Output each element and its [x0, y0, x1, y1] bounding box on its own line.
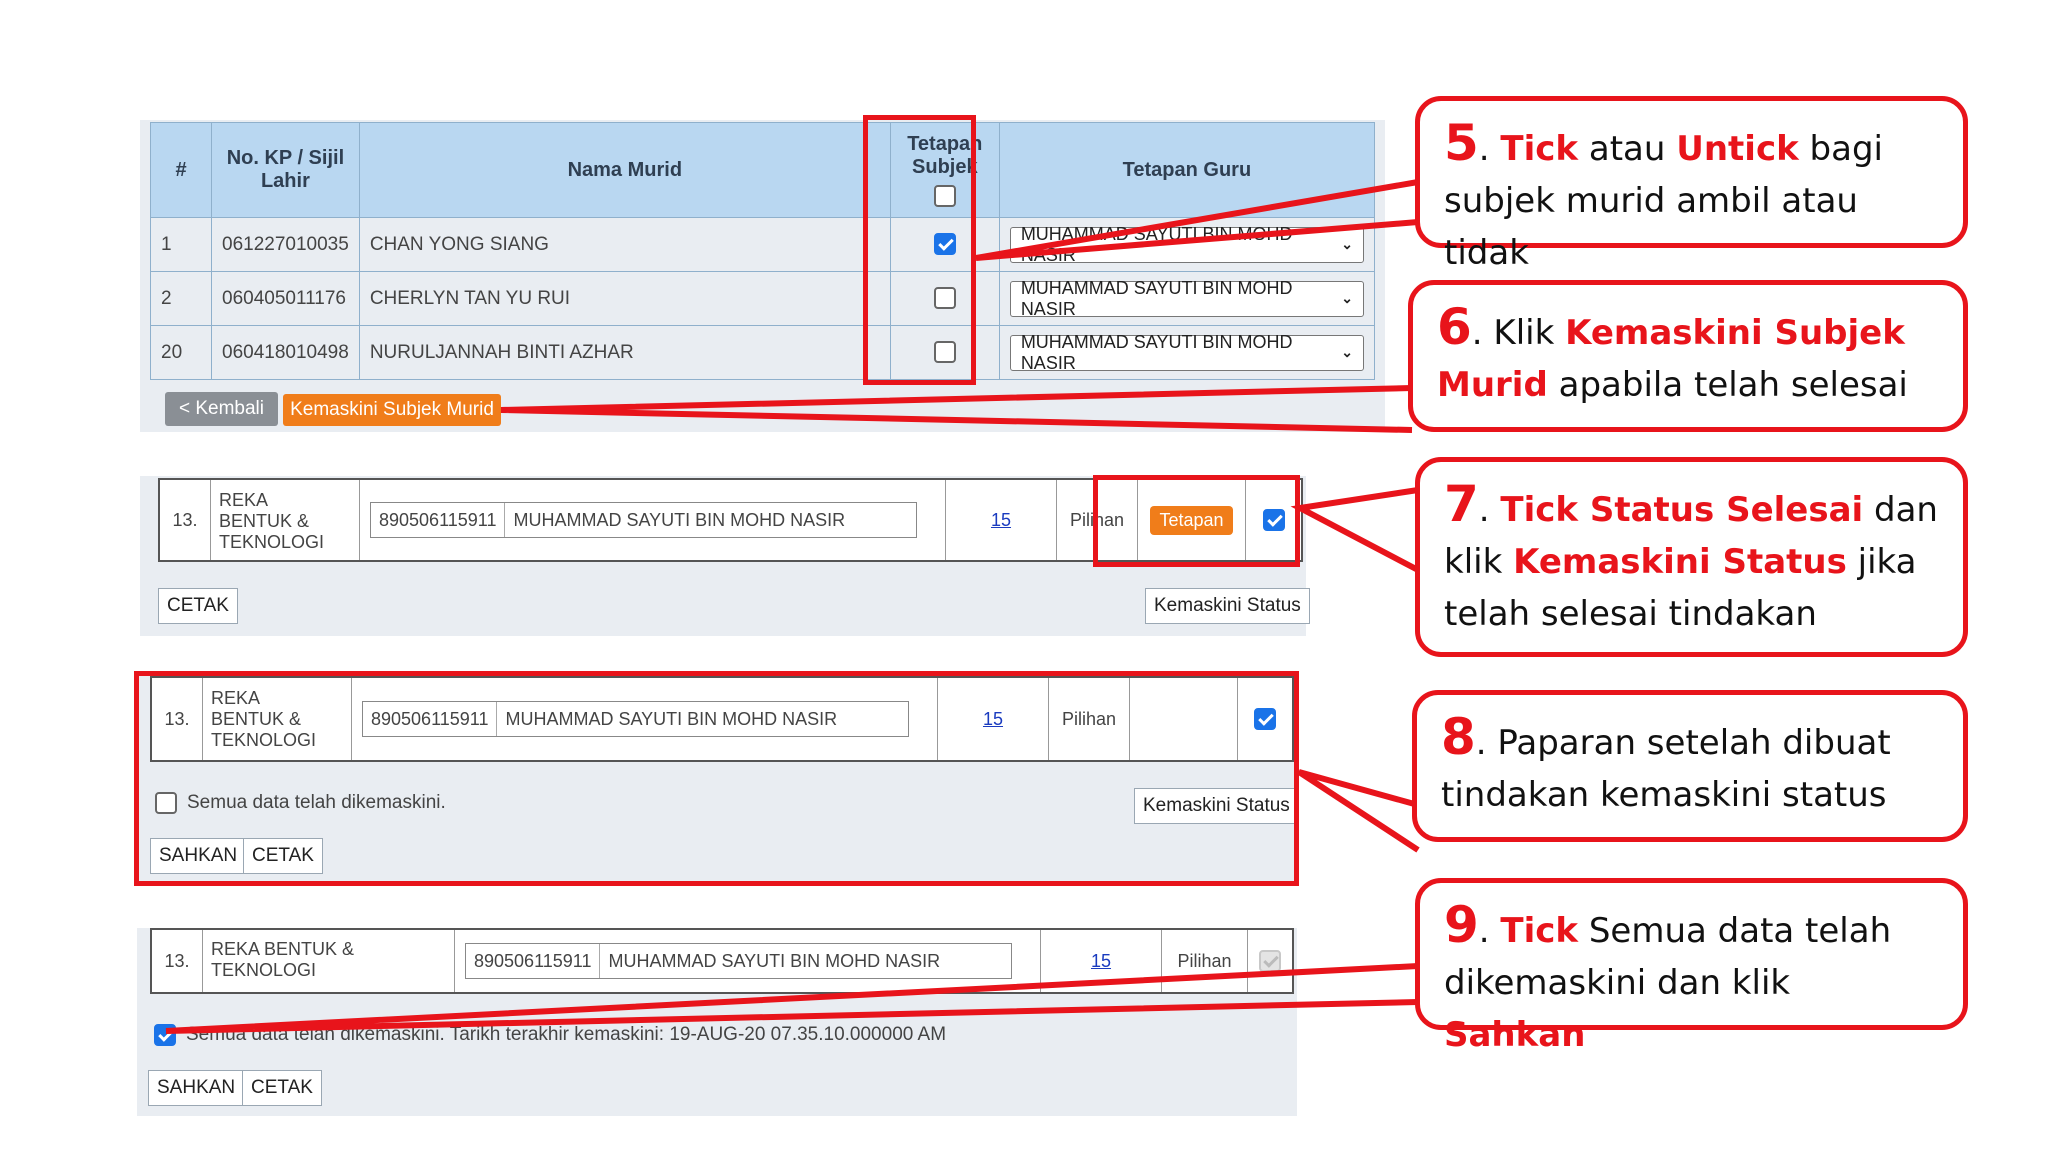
callout-text: apabila telah selesai — [1547, 365, 1908, 405]
callout-step-9: 9. Tick Semua data telah dikemaskini dan… — [1415, 878, 1968, 1055]
pointer-7 — [1290, 487, 1420, 573]
step-number: 5 — [1444, 114, 1479, 172]
callout-text: atau — [1578, 129, 1677, 169]
callout-highlight: Tick — [1500, 911, 1579, 951]
callout-highlight: Sahkan — [1444, 1015, 1586, 1055]
callout-text: . — [1478, 490, 1501, 530]
callout-text: . Klik — [1471, 313, 1566, 353]
callout-highlight: Untick — [1676, 129, 1799, 169]
callout-highlight: Tick — [1500, 129, 1579, 169]
callout-highlight: Kemaskini Status — [1513, 542, 1847, 582]
callout-highlight: Tick Status Selesai — [1500, 490, 1864, 530]
step-number: 8 — [1441, 708, 1476, 766]
step-number: 7 — [1444, 475, 1479, 533]
callout-step-7: 7. Tick Status Selesai dan klik Kemaskin… — [1415, 457, 1968, 657]
pointer-8 — [1297, 769, 1420, 853]
callout-step-6: 6. Klik Kemaskini Subjek Murid apabila t… — [1408, 280, 1968, 432]
pointer-6 — [500, 385, 1413, 433]
callout-step-8: 8. Paparan setelah dibuat tindakan kemas… — [1412, 690, 1968, 842]
pointer-9 — [165, 963, 1419, 1034]
callout-text: . — [1478, 911, 1501, 951]
callout-text: . Paparan setelah dibuat tindakan kemask… — [1441, 723, 1891, 815]
step-number: 6 — [1437, 298, 1472, 356]
callout-text: . — [1478, 129, 1501, 169]
callout-step-5: 5. Tick atau Untick bagi subjek murid am… — [1415, 96, 1968, 273]
step-number: 9 — [1444, 896, 1479, 954]
pointer-5 — [975, 179, 1419, 261]
